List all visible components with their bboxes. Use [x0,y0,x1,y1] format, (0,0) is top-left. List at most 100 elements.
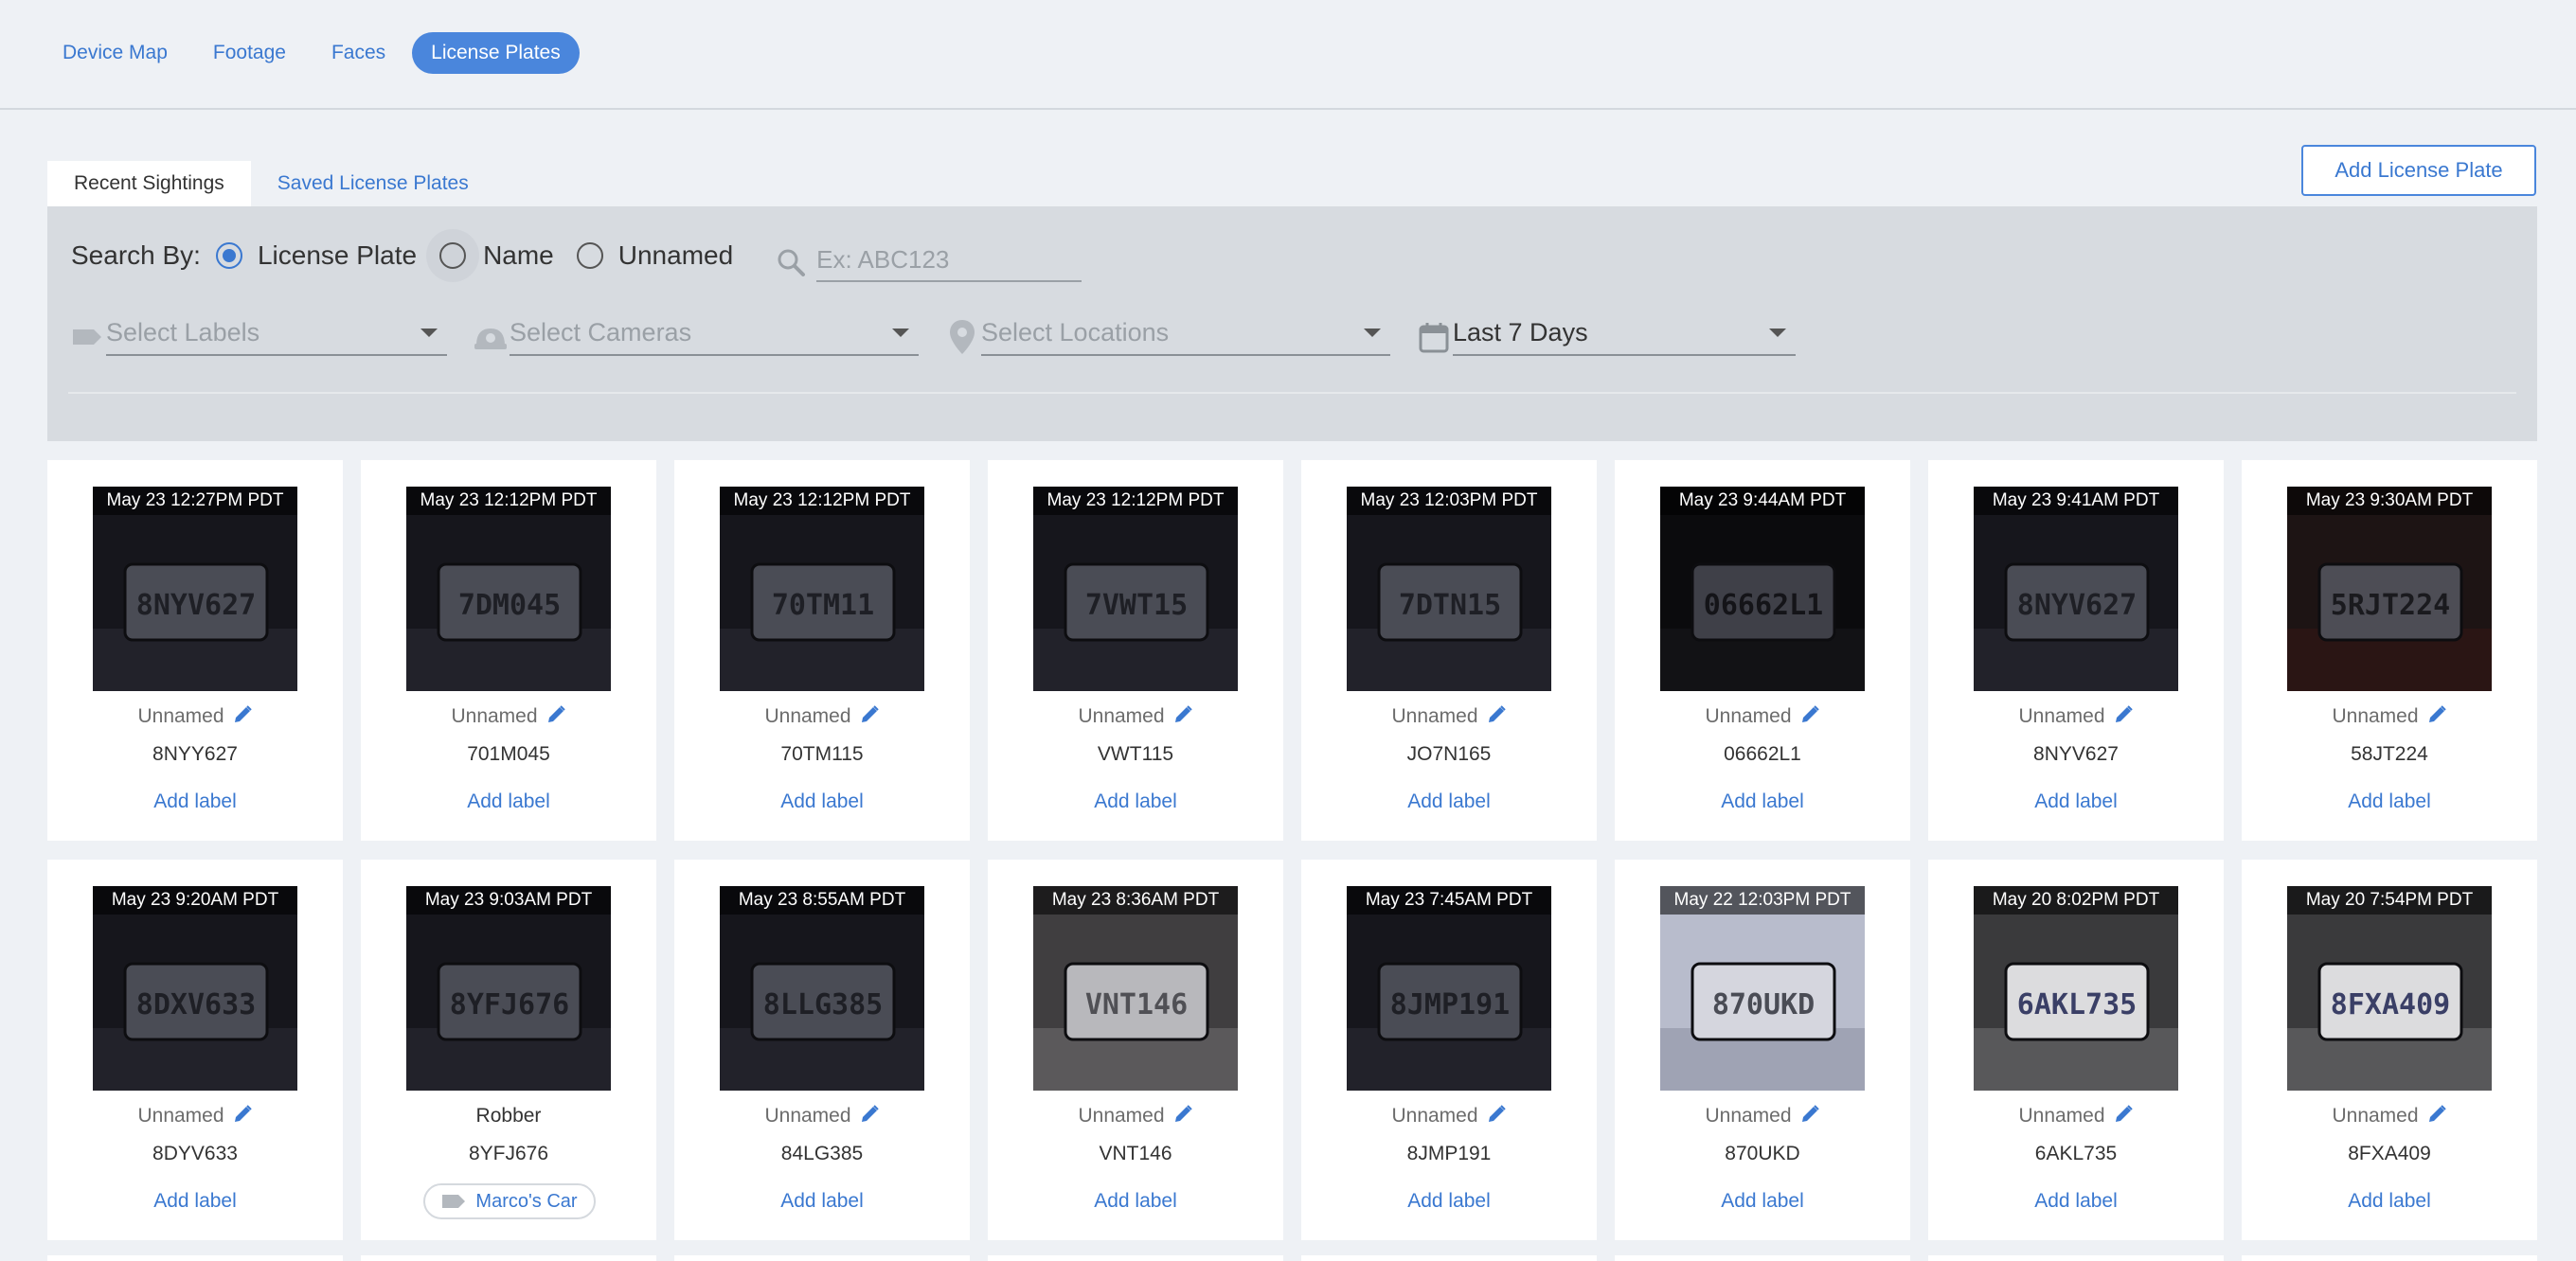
add-label-link[interactable]: Add label [1928,1187,2224,1216]
plate-thumbnail[interactable]: 7DTN15 May 23 12:03PM PDT [1347,487,1551,691]
pencil-edit-icon[interactable] [1172,704,1193,725]
plate-thumbnail[interactable]: 8LLG385 May 23 8:55AM PDT [720,886,924,1091]
cameras-select[interactable]: Select Cameras [472,311,919,356]
sighting-card[interactable]: 7DM045 May 23 12:12PM PDT Unnamed 701M045 Ad… [361,460,656,841]
add-label-link[interactable]: Add label [361,788,656,816]
add-label-link[interactable]: Add label [47,788,343,816]
plate-image-text: 70TM11 [772,589,874,622]
pencil-edit-icon[interactable] [1172,1104,1193,1125]
add-label-link[interactable]: Add label [47,1187,343,1216]
pencil-edit-icon[interactable] [2426,1104,2447,1125]
plate-thumbnail[interactable]: VNT146 May 23 8:36AM PDT [1033,886,1238,1091]
nav-device-map[interactable]: Device Map [44,32,187,74]
search-icon [775,244,809,282]
pencil-edit-icon[interactable] [859,704,880,725]
plate-image: 8LLG385 [720,886,924,1091]
plate-image: 7DM045 [406,487,611,691]
sighting-card[interactable]: 8NYV627 May 23 12:27PM PDT Unnamed 8NYY627 A… [47,460,343,841]
label-tag-icon [68,318,106,356]
nav-faces[interactable]: Faces [313,32,404,74]
labels-select-field[interactable]: Select Labels [106,311,447,356]
add-label-link[interactable]: Add label [1615,1187,1910,1216]
pencil-edit-icon[interactable] [232,1104,253,1125]
radio-name[interactable]: Name [426,229,554,282]
sighting-card[interactable]: 70TM11 May 23 12:12PM PDT Unnamed 70TM115 Ad… [674,460,970,841]
pencil-edit-icon[interactable] [2113,704,2134,725]
plate-thumbnail[interactable]: 8DXV633 May 23 9:20AM PDT [93,886,297,1091]
plate-thumbnail[interactable]: 8FXA409 May 20 7:54PM PDT [2287,886,2492,1091]
plate-image: 8NYV627 [1974,487,2178,691]
sighting-card[interactable]: 870UKD May 22 12:03PM PDT Unnamed 870UKD Add… [1615,860,1910,1240]
plate-thumbnail[interactable]: 8YFJ676 May 23 9:03AM PDT [406,886,611,1091]
radio-license-plate[interactable]: License Plate [215,240,417,271]
sighting-card[interactable]: 06662L1 May 23 9:44AM PDT Unnamed 06662L1 Ad… [1615,460,1910,841]
plate-thumbnail[interactable]: 7DM045 May 23 12:12PM PDT [406,487,611,691]
sighting-card[interactable]: VNT146 May 23 8:36AM PDT Unnamed VNT146 Add … [988,860,1283,1240]
sighting-card[interactable]: 8DXV633 May 23 9:20AM PDT Unnamed 8DYV633 Ad… [47,860,343,1240]
locations-select[interactable]: Select Locations [943,311,1390,356]
plate-thumbnail[interactable]: 06662L1 May 23 9:44AM PDT [1660,487,1865,691]
plate-thumbnail[interactable]: 8NYV627 May 23 9:41AM PDT [1974,487,2178,691]
plate-name-row: Unnamed [1301,702,1597,731]
plate-number: VWT115 [1097,743,1174,765]
plate-image: 5RJT224 [2287,487,2492,691]
radio-button[interactable] [576,242,603,269]
add-label-link[interactable]: Add label [1615,788,1910,816]
chevron-down-icon [420,328,438,337]
add-label-link[interactable]: Add label [1301,788,1597,816]
plate-image: 06662L1 [1660,487,1865,691]
tab-recent-sightings[interactable]: Recent Sightings [47,161,251,206]
locations-select-field[interactable]: Select Locations [981,311,1390,356]
sighting-card[interactable]: 8FXA409 May 20 7:54PM PDT Unnamed 8FXA409 Ad… [2242,860,2537,1240]
pencil-edit-icon[interactable] [1486,704,1507,725]
plate-thumbnail[interactable]: 5RJT224 May 23 9:30AM PDT [2287,487,2492,691]
radio-button-checked[interactable] [215,242,242,269]
label-chip[interactable]: Marco's Car [423,1183,596,1219]
add-label-link[interactable]: Add label [988,1187,1283,1216]
next-row-peek [47,1255,2537,1261]
plate-search-input[interactable] [816,239,1082,282]
sighting-card[interactable]: 8YFJ676 May 23 9:03AM PDT Robber 8YFJ676 Mar… [361,860,656,1240]
add-license-plate-button[interactable]: Add License Plate [2301,145,2536,196]
pencil-edit-icon[interactable] [859,1104,880,1125]
sighting-card[interactable]: 7VWT15 May 23 12:12PM PDT Unnamed VWT115 Add… [988,460,1283,841]
plate-name-row: Unnamed [1928,1102,2224,1130]
plate-thumbnail[interactable]: 870UKD May 22 12:03PM PDT [1660,886,1865,1091]
pencil-edit-icon[interactable] [232,704,253,725]
plate-name-row: Unnamed [361,702,656,731]
plate-number: 8NYY627 [152,743,238,765]
add-label-link[interactable]: Add label [674,1187,970,1216]
add-label-link[interactable]: Add label [674,788,970,816]
plate-thumbnail[interactable]: 6AKL735 May 20 8:02PM PDT [1974,886,2178,1091]
tab-saved-license-plates[interactable]: Saved License Plates [251,161,495,206]
plate-thumbnail[interactable]: 8JMP191 May 23 7:45AM PDT [1347,886,1551,1091]
plate-thumbnail[interactable]: 8NYV627 May 23 12:27PM PDT [93,487,297,691]
cameras-select-field[interactable]: Select Cameras [510,311,919,356]
pencil-edit-icon[interactable] [1486,1104,1507,1125]
add-label-link[interactable]: Add label [988,788,1283,816]
plate-thumbnail[interactable]: 7VWT15 May 23 12:12PM PDT [1033,487,1238,691]
radio-unnamed[interactable]: Unnamed [576,240,733,271]
plate-thumbnail[interactable]: 70TM11 May 23 12:12PM PDT [720,487,924,691]
pencil-edit-icon[interactable] [1799,704,1820,725]
add-label-link[interactable]: Add label [2242,788,2537,816]
sighting-card[interactable]: 8JMP191 May 23 7:45AM PDT Unnamed 8JMP191 Ad… [1301,860,1597,1240]
sighting-card[interactable]: 7DTN15 May 23 12:03PM PDT Unnamed JO7N165 Ad… [1301,460,1597,841]
labels-select[interactable]: Select Labels [68,311,447,356]
add-label-link[interactable]: Add label [1301,1187,1597,1216]
date-range-select-field[interactable]: Last 7 Days [1453,311,1796,356]
pencil-edit-icon[interactable] [546,704,566,725]
pencil-edit-icon[interactable] [1799,1104,1820,1125]
nav-license-plates[interactable]: License Plates [412,32,580,74]
add-label-link[interactable]: Add label [1928,788,2224,816]
radio-button[interactable] [439,242,467,269]
pencil-edit-icon[interactable] [2113,1104,2134,1125]
add-label-link[interactable]: Add label [2242,1187,2537,1216]
sighting-card[interactable]: 6AKL735 May 20 8:02PM PDT Unnamed 6AKL735 Ad… [1928,860,2224,1240]
date-range-select[interactable]: Last 7 Days [1415,311,1796,356]
sighting-card[interactable]: 8NYV627 May 23 9:41AM PDT Unnamed 8NYV627 Ad… [1928,460,2224,841]
nav-footage[interactable]: Footage [194,32,305,74]
sighting-card[interactable]: 8LLG385 May 23 8:55AM PDT Unnamed 84LG385 Ad… [674,860,970,1240]
sighting-card[interactable]: 5RJT224 May 23 9:30AM PDT Unnamed 58JT224 Ad… [2242,460,2537,841]
pencil-edit-icon[interactable] [2426,704,2447,725]
